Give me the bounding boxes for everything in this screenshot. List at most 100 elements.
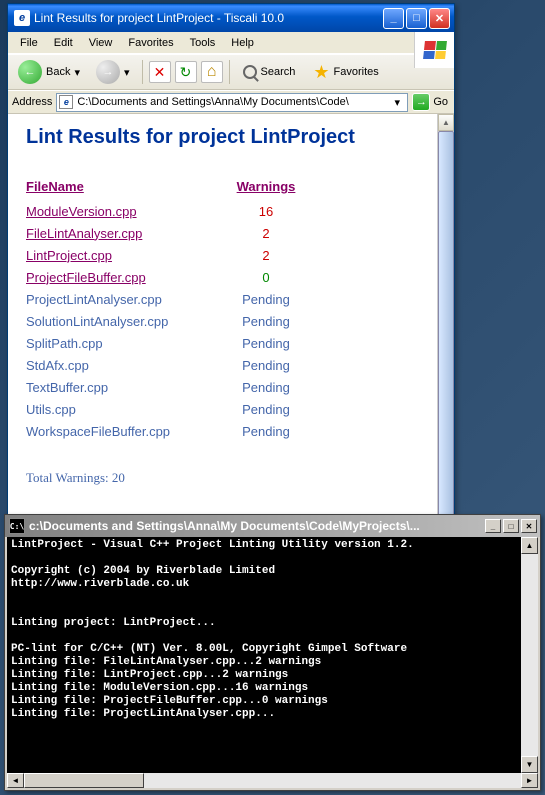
console-close-button[interactable]: ✕	[521, 519, 537, 533]
address-bar: Address e C:\Documents and Settings\Anna…	[8, 90, 454, 114]
menu-edit[interactable]: Edit	[46, 37, 81, 49]
console-output[interactable]: LintProject - Visual C++ Project Linting…	[5, 537, 540, 773]
console-window: C:\ c:\Documents and Settings\Anna\My Do…	[4, 514, 541, 791]
close-button[interactable]: ✕	[429, 8, 450, 29]
search-label: Search	[261, 66, 296, 78]
address-text: C:\Documents and Settings\Anna\My Docume…	[77, 96, 389, 108]
scroll-track[interactable]	[24, 773, 521, 788]
separator	[229, 60, 230, 84]
warnings-cell: 2	[231, 248, 301, 263]
file-cell: ProjectLintAnalyser.cpp	[26, 292, 231, 307]
col-filename[interactable]: FileName	[26, 179, 231, 194]
minimize-button[interactable]: _	[383, 8, 404, 29]
table-row: ProjectLintAnalyser.cppPending	[26, 288, 419, 310]
warnings-cell: Pending	[231, 292, 301, 307]
page-icon: e	[59, 95, 73, 109]
page-title: Lint Results for project LintProject	[26, 126, 419, 149]
go-icon: →	[412, 93, 430, 111]
warnings-cell: 2	[231, 226, 301, 241]
page-body: Lint Results for project LintProject Fil…	[8, 114, 437, 534]
back-label: Back	[46, 66, 70, 78]
address-dropdown[interactable]: ▾	[389, 96, 405, 109]
address-input[interactable]: e C:\Documents and Settings\Anna\My Docu…	[56, 93, 408, 112]
warnings-cell: Pending	[231, 424, 301, 439]
toolbar: ← Back ▾ → ▾ ✕ ↻ ⌂ Search ★ Favorites	[8, 54, 454, 90]
file-cell[interactable]: FileLintAnalyser.cpp	[26, 226, 231, 241]
scroll-up-button[interactable]: ▲	[521, 537, 538, 554]
results-table: FileName Warnings ModuleVersion.cpp16Fil…	[26, 179, 419, 442]
window-title: Lint Results for project LintProject - T…	[34, 11, 381, 25]
forward-icon: →	[96, 60, 120, 84]
scroll-left-button[interactable]: ◄	[7, 773, 24, 788]
browser-window: e Lint Results for project LintProject -…	[7, 3, 455, 535]
ie-icon: e	[14, 10, 30, 26]
table-row: ProjectFileBuffer.cpp0	[26, 266, 419, 288]
scroll-thumb[interactable]	[24, 773, 144, 788]
go-button[interactable]: → Go	[412, 93, 450, 112]
file-cell: SolutionLintAnalyser.cpp	[26, 314, 231, 329]
home-button[interactable]: ⌂	[201, 61, 223, 83]
star-icon: ★	[313, 62, 329, 83]
menu-help[interactable]: Help	[223, 37, 262, 49]
table-row: TextBuffer.cppPending	[26, 376, 419, 398]
browser-titlebar[interactable]: e Lint Results for project LintProject -…	[8, 4, 454, 32]
console-minimize-button[interactable]: _	[485, 519, 501, 533]
table-row: LintProject.cpp2	[26, 244, 419, 266]
table-row: Utils.cppPending	[26, 398, 419, 420]
table-row: WorkspaceFileBuffer.cppPending	[26, 420, 419, 442]
warnings-cell: Pending	[231, 314, 301, 329]
warnings-cell: Pending	[231, 358, 301, 373]
address-label: Address	[12, 96, 52, 108]
chevron-down-icon: ▾	[74, 66, 80, 79]
favorites-button[interactable]: ★ Favorites	[306, 58, 385, 86]
forward-button[interactable]: → ▾	[90, 58, 136, 86]
search-button[interactable]: Search	[236, 58, 303, 86]
stop-button[interactable]: ✕	[149, 61, 171, 83]
menu-tools[interactable]: Tools	[182, 37, 224, 49]
file-cell: WorkspaceFileBuffer.cpp	[26, 424, 231, 439]
scroll-down-button[interactable]: ▼	[521, 756, 538, 773]
table-row: ModuleVersion.cpp16	[26, 200, 419, 222]
table-row: SolutionLintAnalyser.cppPending	[26, 310, 419, 332]
refresh-button[interactable]: ↻	[175, 61, 197, 83]
console-title: c:\Documents and Settings\Anna\My Docume…	[29, 519, 483, 533]
file-cell: SplitPath.cpp	[26, 336, 231, 351]
col-warnings[interactable]: Warnings	[231, 179, 301, 194]
console-vertical-scrollbar[interactable]: ▲ ▼	[521, 537, 538, 773]
console-titlebar[interactable]: C:\ c:\Documents and Settings\Anna\My Do…	[5, 515, 540, 537]
menu-view[interactable]: View	[81, 37, 121, 49]
content-area: Lint Results for project LintProject Fil…	[8, 114, 454, 534]
warnings-cell: Pending	[231, 336, 301, 351]
favorites-label: Favorites	[334, 66, 379, 78]
table-row: FileLintAnalyser.cpp2	[26, 222, 419, 244]
menu-file[interactable]: File	[12, 37, 46, 49]
scroll-right-button[interactable]: ►	[521, 773, 538, 788]
table-header: FileName Warnings	[26, 179, 419, 194]
scroll-track[interactable]	[521, 554, 538, 756]
back-button[interactable]: ← Back ▾	[12, 58, 86, 86]
totals-label: Total Warnings: 20	[26, 470, 419, 486]
console-horizontal-scrollbar[interactable]: ◄ ►	[5, 773, 540, 790]
vertical-scrollbar[interactable]: ▲ ▼	[437, 114, 454, 534]
file-cell[interactable]: LintProject.cpp	[26, 248, 231, 263]
table-row: SplitPath.cppPending	[26, 332, 419, 354]
maximize-button[interactable]: □	[406, 8, 427, 29]
menu-favorites[interactable]: Favorites	[120, 37, 181, 49]
scroll-thumb[interactable]	[438, 131, 454, 517]
file-cell[interactable]: ModuleVersion.cpp	[26, 204, 231, 219]
scroll-up-button[interactable]: ▲	[438, 114, 454, 131]
console-maximize-button[interactable]: □	[503, 519, 519, 533]
go-label: Go	[433, 96, 448, 108]
warnings-cell: 0	[231, 270, 301, 285]
warnings-cell: Pending	[231, 402, 301, 417]
file-cell[interactable]: ProjectFileBuffer.cpp	[26, 270, 231, 285]
file-cell: Utils.cpp	[26, 402, 231, 417]
warnings-cell: 16	[231, 204, 301, 219]
file-cell: TextBuffer.cpp	[26, 380, 231, 395]
search-icon	[243, 65, 257, 79]
table-row: StdAfx.cppPending	[26, 354, 419, 376]
warnings-cell: Pending	[231, 380, 301, 395]
cmd-icon: C:\	[9, 518, 25, 534]
chevron-down-icon: ▾	[124, 66, 130, 79]
separator	[142, 60, 143, 84]
